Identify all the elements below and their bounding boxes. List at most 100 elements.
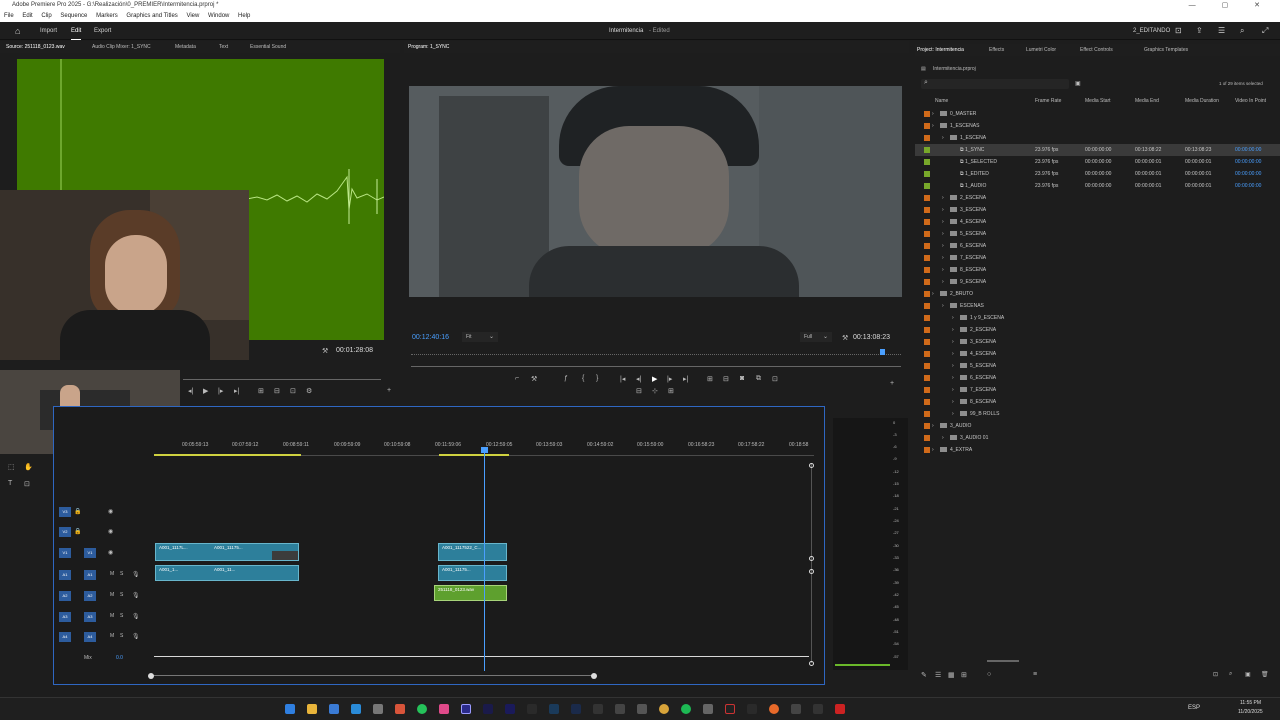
list-view-icon[interactable]: ☰ [935, 671, 941, 679]
project-row[interactable]: ⧉ 1_SYNC 23.976 fps 00:00:00:00 00:13:08:22… [915, 144, 1280, 156]
zoom-dropdown[interactable]: Fit ⌄ [462, 332, 498, 342]
label-color-swatch[interactable] [924, 195, 930, 201]
expand-chevron-icon[interactable]: › [952, 408, 954, 420]
scroll-handle-mid2[interactable] [809, 569, 814, 574]
wrench-icon[interactable]: ⚒ [322, 347, 328, 355]
mic-icon[interactable]: 🎙 [132, 571, 140, 578]
col-video-in-point[interactable]: Video In Point [1235, 98, 1266, 104]
target-a2[interactable]: A2 [84, 591, 96, 601]
label-color-swatch[interactable] [924, 147, 930, 153]
tab-audio-clip-mixer[interactable]: Audio Clip Mixer: 1_SYNC [92, 41, 151, 53]
file-explorer-icon[interactable] [307, 704, 317, 714]
project-row[interactable]: › 3_ESCENA [915, 204, 1280, 216]
track-a4[interactable]: A4 [59, 632, 71, 642]
label-color-swatch[interactable] [924, 171, 930, 177]
step-forward-icon[interactable]: |▸ [218, 387, 223, 395]
workspaces-menu-icon[interactable]: ☰ [1218, 22, 1225, 40]
expand-chevron-icon[interactable]: › [932, 420, 934, 432]
menu-clip[interactable]: Clip [41, 13, 51, 19]
app-icon[interactable] [373, 704, 383, 714]
app-icon[interactable] [813, 704, 823, 714]
automate-icon[interactable]: ⊡ [1213, 671, 1218, 678]
whatsapp-icon[interactable] [417, 704, 427, 714]
expand-chevron-icon[interactable]: › [942, 264, 944, 276]
track-v3[interactable]: V3 [59, 507, 71, 517]
project-row[interactable]: › 8_ESCENA [915, 264, 1280, 276]
label-color-swatch[interactable] [924, 435, 930, 441]
label-color-swatch[interactable] [924, 207, 930, 213]
col-media-start[interactable]: Media Start [1085, 98, 1111, 104]
go-to-out-icon[interactable]: ▸| [234, 387, 239, 395]
app-icon[interactable] [439, 704, 449, 714]
project-row[interactable]: › 4_ESCENA [915, 348, 1280, 360]
window-controls[interactable]: — ▢ ✕ [1189, 0, 1272, 11]
tab-metadata[interactable]: Metadata [175, 41, 196, 53]
label-color-swatch[interactable] [924, 447, 930, 453]
project-row[interactable]: › 8_ESCENA [915, 396, 1280, 408]
clip-v1-a[interactable]: A001_1117L... A001_11175... [155, 543, 299, 561]
timeline-scrollbar[interactable] [811, 463, 812, 663]
export-frame-icon[interactable]: ⊡ [290, 387, 296, 395]
label-color-swatch[interactable] [924, 219, 930, 225]
camera-icon[interactable]: ◙ [740, 375, 744, 382]
label-color-swatch[interactable] [924, 423, 930, 429]
source-timecode[interactable]: 00:01:28:08 [336, 347, 373, 354]
clip-v1-c[interactable]: A001_1117522_C... [438, 543, 507, 561]
menu-edit[interactable]: Edit [22, 13, 32, 19]
nav-edit[interactable]: Edit [71, 22, 82, 40]
media-encoder-icon[interactable] [505, 704, 515, 714]
label-color-swatch[interactable] [924, 339, 930, 345]
timeline-zoom-bar[interactable] [151, 675, 596, 676]
label-color-swatch[interactable] [924, 327, 930, 333]
clip-a1-a[interactable]: A001_1... A001_11... [155, 565, 299, 581]
expand-chevron-icon[interactable]: › [952, 336, 954, 348]
insert-icon[interactable]: ⊞ [258, 387, 264, 395]
expand-chevron-icon[interactable]: › [942, 252, 944, 264]
expand-chevron-icon[interactable]: › [942, 204, 944, 216]
source-scrubber[interactable] [183, 379, 381, 380]
expand-chevron-icon[interactable]: › [942, 432, 944, 444]
sort-icon[interactable]: ≡ [1033, 671, 1037, 678]
menu-graphics[interactable]: Graphics and Titles [126, 13, 177, 19]
project-row[interactable]: › 7_ESCENA [915, 252, 1280, 264]
expand-chevron-icon[interactable]: › [952, 396, 954, 408]
label-color-swatch[interactable] [924, 183, 930, 189]
program-zoom-bar[interactable] [411, 366, 901, 367]
new-bin-icon[interactable]: ▣ [1245, 671, 1251, 678]
lightroom-icon[interactable] [549, 704, 559, 714]
premiere-pro-icon[interactable] [461, 704, 471, 714]
expand-chevron-icon[interactable]: › [952, 360, 954, 372]
tab-effect-controls[interactable]: Effect Controls [1080, 44, 1113, 56]
program-time-ruler[interactable] [411, 350, 901, 355]
track-v2[interactable]: V2 [59, 527, 71, 537]
app-icon[interactable] [615, 704, 625, 714]
spotify-icon[interactable] [681, 704, 691, 714]
project-row[interactable]: › 2_ESCENA [915, 192, 1280, 204]
expand-chevron-icon[interactable]: › [932, 108, 934, 120]
mute-button[interactable]: M [110, 633, 114, 639]
tab-lumetri-color[interactable]: Lumetri Color [1026, 44, 1056, 56]
mark-in-bracket-icon[interactable]: { [582, 375, 584, 382]
tab-graphics-templates[interactable]: Graphics Templates [1144, 44, 1188, 56]
solo-button[interactable]: S [120, 613, 123, 619]
mark-in-icon[interactable]: ⌐ [515, 375, 519, 382]
tab-text[interactable]: Text [219, 41, 228, 53]
new-bin-icon[interactable]: ▣ [1075, 80, 1081, 87]
add-button-icon[interactable]: + [890, 380, 894, 387]
expand-chevron-icon[interactable]: › [942, 192, 944, 204]
expand-chevron-icon[interactable]: › [942, 276, 944, 288]
expand-chevron-icon[interactable]: › [952, 324, 954, 336]
project-row[interactable]: › 1_ESCENA [915, 132, 1280, 144]
expand-chevron-icon[interactable]: › [952, 312, 954, 324]
wrench-icon[interactable]: ⚒ [842, 334, 848, 342]
track-v1[interactable]: V1 [59, 548, 71, 558]
label-color-swatch[interactable] [924, 135, 930, 141]
expand-chevron-icon[interactable]: › [932, 120, 934, 132]
acrobat-icon[interactable] [835, 704, 845, 714]
lift-icon[interactable]: ⊞ [707, 375, 713, 383]
selection-tool-icon[interactable]: ⬚ [8, 463, 15, 471]
app-icon[interactable] [747, 704, 757, 714]
overwrite-icon[interactable]: ⊟ [274, 387, 280, 395]
crop-tool-icon[interactable]: ⊡ [24, 480, 30, 488]
firefox-icon[interactable] [769, 704, 779, 714]
